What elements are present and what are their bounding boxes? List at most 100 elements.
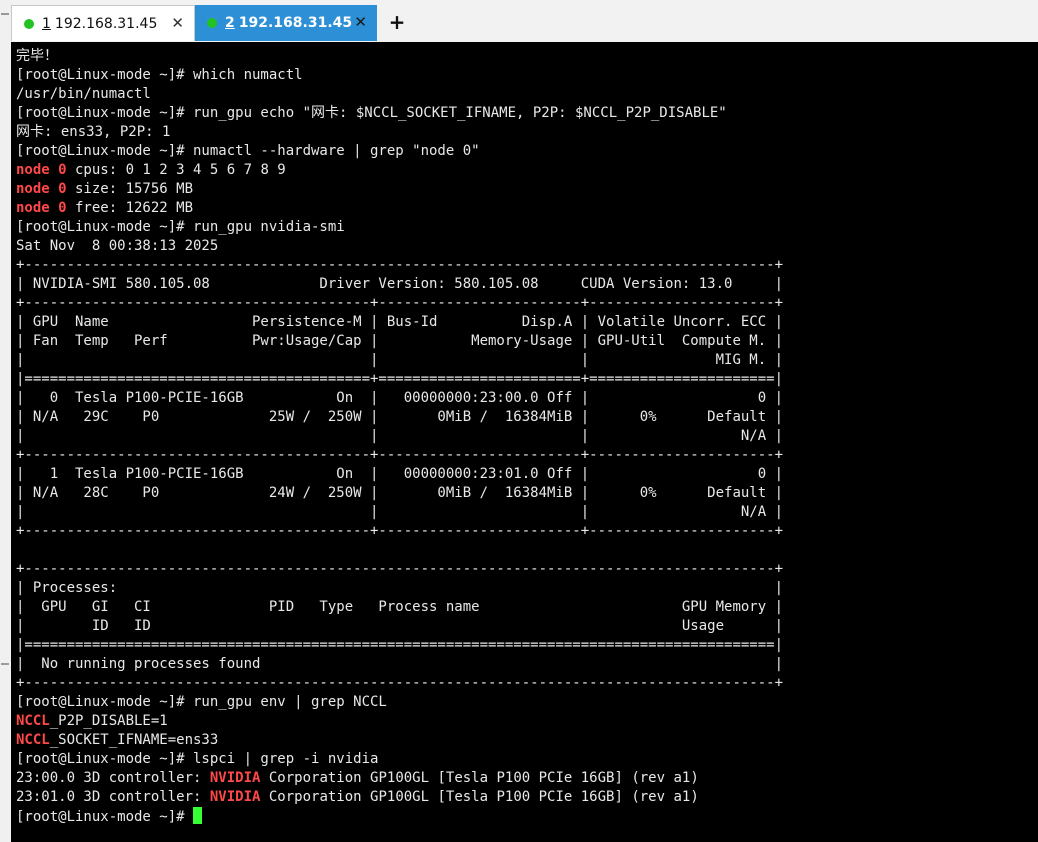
terminal-text-segment: [root@Linux-mode ~]# numactl --hardware … [16, 143, 480, 159]
terminal-line: | 0 Tesla P100-PCIE-16GB On | 00000000:2… [16, 389, 783, 408]
terminal-text-segment: /usr/bin/numactl [16, 86, 151, 102]
terminal-line: | | | MIG M. | [16, 351, 783, 370]
terminal-line: 23:01.0 3D controller: NVIDIA Corporatio… [16, 788, 783, 807]
terminal-text-segment: Corporation GP100GL [Tesla P100 PCIe 16G… [260, 789, 699, 805]
terminal-text-segment: _P2P_DISABLE=1 [49, 713, 168, 729]
terminal-line: [root@Linux-mode ~]# numactl --hardware … [16, 142, 783, 161]
terminal-line: | N/A 29C P0 25W / 250W | 0MiB / 16384Mi… [16, 408, 783, 427]
terminal-line: | No running processes found | [16, 655, 783, 674]
highlighted-match: NCCL [16, 732, 50, 748]
terminal-line: [root@Linux-mode ~]# run_gpu nvidia-smi [16, 218, 783, 237]
terminal-text-segment: | Processes: | [16, 580, 784, 596]
terminal-line: |=======================================… [16, 370, 783, 389]
terminal-line: +---------------------------------------… [16, 560, 783, 579]
terminal-line: Sat Nov 8 00:38:13 2025 [16, 237, 783, 256]
terminal-text-segment: [root@Linux-mode ~]# which numactl [16, 67, 303, 83]
terminal-line: +---------------------------------------… [16, 256, 783, 275]
terminal-line: NCCL_SOCKET_IFNAME=ens33 [16, 731, 783, 750]
text-cursor [193, 807, 203, 824]
terminal-text-segment: | | | MIG M. | [16, 352, 784, 368]
terminal-text-segment: free: 12622 MB [66, 200, 194, 216]
terminal-line: [root@Linux-mode ~]# [16, 807, 783, 826]
terminal-line: 23:00.0 3D controller: NVIDIA Corporatio… [16, 769, 783, 788]
terminal-text-segment: +---------------------------------------… [16, 447, 784, 463]
terminal-text-segment: cpus: 0 1 2 3 4 5 6 7 8 9 [66, 162, 286, 178]
tab-number: 1 [42, 15, 51, 32]
terminal-text-segment: | GPU GI CI PID Type Process name GPU Me… [16, 599, 784, 615]
left-panel-marker [1, 663, 9, 665]
terminal-text-segment: | Fan Temp Perf Pwr:Usage/Cap | Memory-U… [16, 333, 784, 349]
terminal-line: | | | N/A | [16, 503, 783, 522]
terminal-text-segment: 23:01.0 3D controller: [16, 789, 210, 805]
terminal-text-segment: | No running processes found | [16, 656, 784, 672]
terminal-text-segment: | 0 Tesla P100-PCIE-16GB On | 00000000:2… [16, 390, 784, 406]
terminal-line: | | | N/A | [16, 427, 783, 446]
terminal-line: | N/A 28C P0 24W / 250W | 0MiB / 16384Mi… [16, 484, 783, 503]
terminal-text-segment: |=======================================… [16, 371, 784, 387]
left-panel-marker [1, 13, 9, 15]
terminal-text-segment: [root@Linux-mode ~]# run_gpu env | grep … [16, 694, 387, 710]
terminal-line: [root@Linux-mode ~]# which numactl [16, 66, 783, 85]
terminal-text: 完毕！ [root@Linux-mode ~]# which numactl/us… [16, 47, 783, 826]
terminal-line: NCCL_P2P_DISABLE=1 [16, 712, 783, 731]
terminal-text-segment: Corporation GP100GL [Tesla P100 PCIe 16G… [260, 770, 699, 786]
terminal-text-segment: 完毕！ [16, 48, 58, 64]
tab-host-label: 192.168.31.45 [54, 15, 158, 32]
terminal-text-segment: 网卡: ens33, P2P: 1 [16, 124, 171, 140]
highlighted-match: node 0 [16, 181, 67, 197]
close-icon[interactable]: ✕ [354, 14, 367, 30]
terminal-text-segment: | 1 Tesla P100-PCIE-16GB On | 00000000:2… [16, 466, 784, 482]
terminal-text-segment: | | | N/A | [16, 428, 784, 444]
terminal-line: | Fan Temp Perf Pwr:Usage/Cap | Memory-U… [16, 332, 783, 351]
terminal-text-segment: +---------------------------------------… [16, 257, 784, 273]
terminal-text-segment: | N/A 29C P0 25W / 250W | 0MiB / 16384Mi… [16, 409, 784, 425]
new-tab-button[interactable]: + [385, 10, 409, 34]
terminal-line: | Processes: | [16, 579, 783, 598]
terminal-line: +---------------------------------------… [16, 522, 783, 541]
terminal-text-segment: [root@Linux-mode ~]# run_gpu nvidia-smi [16, 219, 345, 235]
connected-status-icon [24, 18, 34, 29]
terminal-text-segment: | ID ID Usage | [16, 618, 784, 634]
terminal-text-segment: Sat Nov 8 00:38:13 2025 [16, 238, 219, 254]
tab-session-2[interactable]: 2 192.168.31.45 ✕ [195, 5, 377, 41]
terminal-text-segment: size: 15756 MB [66, 181, 194, 197]
terminal-line: node 0 cpus: 0 1 2 3 4 5 6 7 8 9 [16, 161, 783, 180]
terminal-line: 网卡: ens33, P2P: 1 [16, 123, 783, 142]
terminal-line: | 1 Tesla P100-PCIE-16GB On | 00000000:2… [16, 465, 783, 484]
tab-session-1[interactable]: 1 192.168.31.45 ✕ [11, 5, 195, 41]
terminal-text-segment: | N/A 28C P0 24W / 250W | 0MiB / 16384Mi… [16, 485, 784, 501]
connected-status-icon [207, 18, 217, 28]
terminal-text-segment: | NVIDIA-SMI 580.105.08 Driver Version: … [16, 276, 784, 292]
session-tab-bar: 1 192.168.31.45 ✕ 2 192.168.31.45 ✕ + [11, 0, 1038, 43]
terminal-text-segment: [root@Linux-mode ~]# lspci | grep -i nvi… [16, 751, 379, 767]
terminal-text-segment: +---------------------------------------… [16, 523, 784, 539]
terminal-output[interactable]: 完毕！ [root@Linux-mode ~]# which numactl/us… [11, 42, 1038, 842]
terminal-line: [root@Linux-mode ~]# run_gpu echo "网卡: $… [16, 104, 783, 123]
terminal-line: [root@Linux-mode ~]# run_gpu env | grep … [16, 693, 783, 712]
tab-host-label: 192.168.31.45 [238, 15, 353, 31]
terminal-line: 完毕！ [16, 47, 783, 66]
highlighted-match: NVIDIA [209, 770, 261, 786]
terminal-text-segment: +---------------------------------------… [16, 675, 784, 691]
terminal-line: | GPU GI CI PID Type Process name GPU Me… [16, 598, 783, 617]
highlighted-match: node 0 [16, 162, 67, 178]
terminal-line: | GPU Name Persistence-M | Bus-Id Disp.A… [16, 313, 783, 332]
terminal-text-segment: 23:00.0 3D controller: [16, 770, 210, 786]
terminal-line: node 0 free: 12622 MB [16, 199, 783, 218]
highlighted-match: NVIDIA [209, 789, 261, 805]
close-icon[interactable]: ✕ [171, 15, 184, 31]
terminal-text-segment: [root@Linux-mode ~]# [16, 809, 194, 825]
terminal-line: |=======================================… [16, 636, 783, 655]
terminal-text-segment: | GPU Name Persistence-M | Bus-Id Disp.A… [16, 314, 784, 330]
terminal-line: [root@Linux-mode ~]# lspci | grep -i nvi… [16, 750, 783, 769]
terminal-text-segment: +---------------------------------------… [16, 561, 784, 577]
terminal-line: node 0 size: 15756 MB [16, 180, 783, 199]
highlighted-match: node 0 [16, 200, 67, 216]
terminal-text-segment: +---------------------------------------… [16, 295, 784, 311]
terminal-text-segment: |=======================================… [16, 637, 784, 653]
terminal-line: +---------------------------------------… [16, 294, 783, 313]
terminal-line: | ID ID Usage | [16, 617, 783, 636]
terminal-line: +---------------------------------------… [16, 674, 783, 693]
highlighted-match: NCCL [16, 713, 50, 729]
